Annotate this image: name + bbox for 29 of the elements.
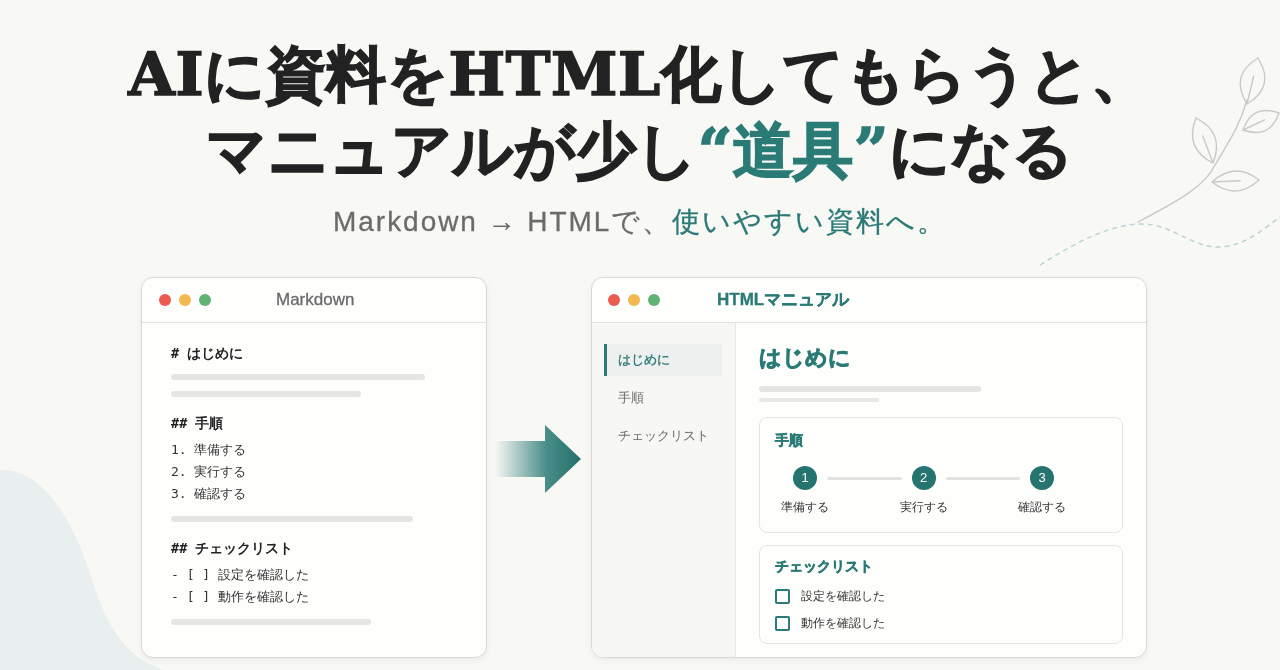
- window-title: Markdown: [276, 289, 355, 311]
- step-label: 準備する: [781, 499, 829, 516]
- checkbox[interactable]: [775, 588, 790, 604]
- card-title: チェックリスト: [775, 557, 874, 576]
- markdown-list-item: - [ ] 設定を確認した: [171, 566, 310, 584]
- sidebar-item[interactable]: チェックリスト: [604, 420, 722, 452]
- window-title: HTMLマニュアル: [717, 289, 850, 311]
- step-number-marker: 2: [911, 466, 936, 490]
- checkbox[interactable]: [775, 615, 790, 631]
- markdown-heading: ## チェックリスト: [171, 539, 295, 558]
- markdown-list-item: - [ ] 動作を確認した: [171, 588, 310, 606]
- sidebar-item[interactable]: はじめに: [604, 344, 722, 376]
- checklist-label: 動作を確認した: [801, 615, 885, 632]
- sidebar-item[interactable]: 手順: [604, 382, 722, 414]
- card-title: 手順: [775, 431, 804, 450]
- subtitle: Markdown → HTMLで、使いやすい資料へ。: [333, 205, 947, 239]
- markdown-list-item: 2. 実行する: [171, 463, 248, 481]
- step-number-marker: 1: [793, 466, 817, 490]
- markdown-heading: # はじめに: [171, 344, 245, 363]
- markdown-list-item: 3. 確認する: [171, 485, 248, 503]
- headline: AIに資料をHTML化してもらうと、 マニュアルが少し“道具”になる: [128, 38, 1152, 187]
- step-number-marker: 3: [1030, 466, 1054, 490]
- step-label: 確認する: [1018, 499, 1066, 516]
- page-heading: はじめに: [759, 344, 852, 372]
- right-arrow-icon: [495, 425, 581, 493]
- checklist-label: 設定を確認した: [801, 588, 885, 605]
- step-label: 実行する: [899, 499, 948, 516]
- markdown-list-item: 1. 準備する: [171, 441, 248, 459]
- markdown-heading: ## 手順: [171, 414, 225, 433]
